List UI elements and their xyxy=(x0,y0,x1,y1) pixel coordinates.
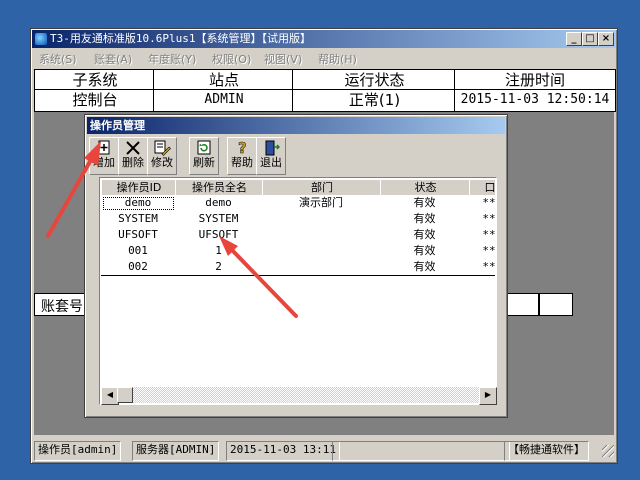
annotation-arrow-to-add xyxy=(46,141,101,238)
annotation-arrow-to-ufsoft xyxy=(219,236,298,318)
annotation-arrows xyxy=(46,141,298,318)
